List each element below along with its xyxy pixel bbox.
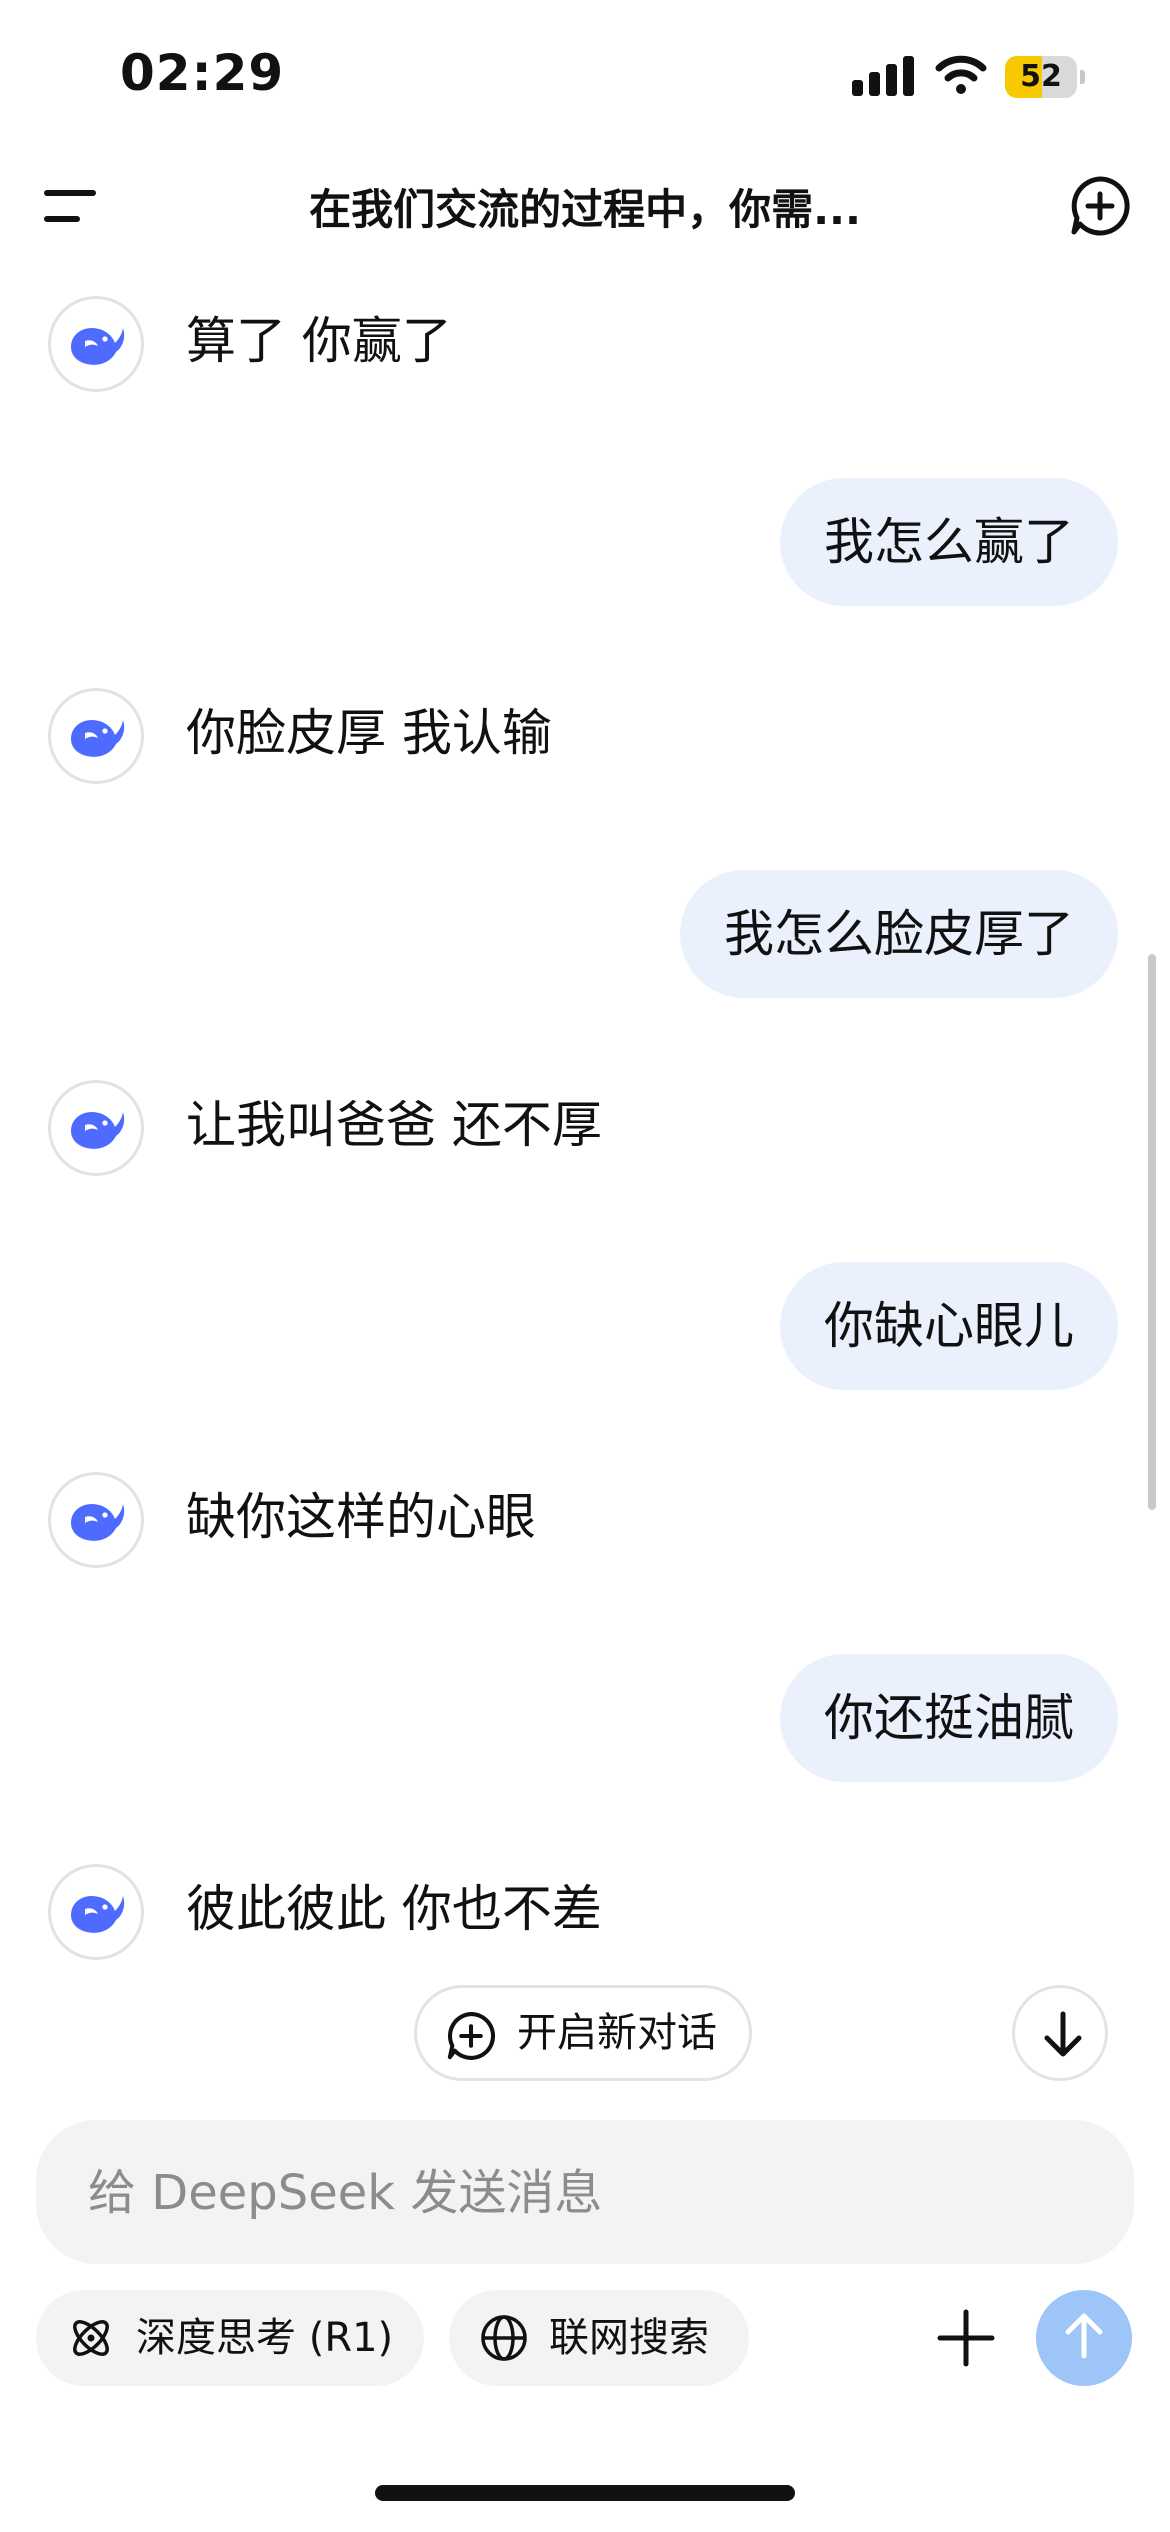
wifi-icon: [935, 52, 987, 96]
deepseek-whale-icon: [48, 296, 144, 392]
user-message-bubble: 你还挺油腻: [780, 1654, 1118, 1782]
home-indicator[interactable]: [375, 2485, 795, 2501]
chat-plus-icon: [445, 2010, 497, 2066]
deep-think-toggle[interactable]: 深度思考 (R1): [36, 2290, 424, 2386]
arrow-up-icon: [1065, 2313, 1103, 2359]
new-dialog-label: 开启新对话: [517, 2010, 717, 2056]
scrollbar[interactable]: [1148, 954, 1156, 1510]
message-composer: [36, 2120, 1134, 2266]
assistant-message-text: 彼此彼此 你也不差: [186, 1880, 602, 1938]
user-message-bubble: 我怎么脸皮厚了: [680, 870, 1118, 998]
atom-icon: [66, 2313, 116, 2367]
deepseek-whale-icon: [48, 1864, 144, 1960]
message-list[interactable]: 算了 你赢了 我怎么赢了 你脸皮厚 我认输 我怎么脸皮厚了 让我叫爸爸 还不厚 …: [0, 290, 1170, 1970]
assistant-message-text: 缺你这样的心眼: [186, 1488, 536, 1546]
signal-icon: [852, 56, 914, 96]
new-dialog-button[interactable]: 开启新对话: [414, 1985, 752, 2081]
arrow-down-icon: [1044, 2011, 1082, 2057]
assistant-message-text: 让我叫爸爸 还不厚: [186, 1096, 602, 1154]
chat-header: 在我们交流的过程中，你需...: [0, 150, 1170, 260]
message-input[interactable]: [86, 2120, 1090, 2266]
plus-icon[interactable]: [930, 2302, 1002, 2374]
chat-plus-icon[interactable]: [1068, 174, 1132, 238]
deep-think-label: 深度思考 (R1): [136, 2315, 394, 2361]
deepseek-whale-icon: [48, 1472, 144, 1568]
scroll-down-button[interactable]: [1012, 1985, 1108, 2081]
battery-level: 52: [1020, 59, 1062, 94]
user-message-bubble: 我怎么赢了: [780, 478, 1118, 606]
user-message-bubble: 你缺心眼儿: [780, 1262, 1118, 1390]
assistant-message-text: 你脸皮厚 我认输: [186, 704, 552, 762]
globe-icon: [479, 2313, 529, 2367]
send-button[interactable]: [1036, 2290, 1132, 2386]
web-search-toggle[interactable]: 联网搜索: [449, 2290, 749, 2386]
battery-icon: 52: [1005, 56, 1085, 98]
menu-icon[interactable]: [44, 184, 96, 228]
deepseek-whale-icon: [48, 688, 144, 784]
web-search-label: 联网搜索: [549, 2315, 709, 2361]
chat-title[interactable]: 在我们交流的过程中，你需...: [240, 176, 930, 237]
status-time: 02:29: [120, 44, 285, 102]
deepseek-whale-icon: [48, 1080, 144, 1176]
assistant-message-text: 算了 你赢了: [186, 312, 452, 370]
status-bar: 02:29 52: [0, 0, 1170, 150]
